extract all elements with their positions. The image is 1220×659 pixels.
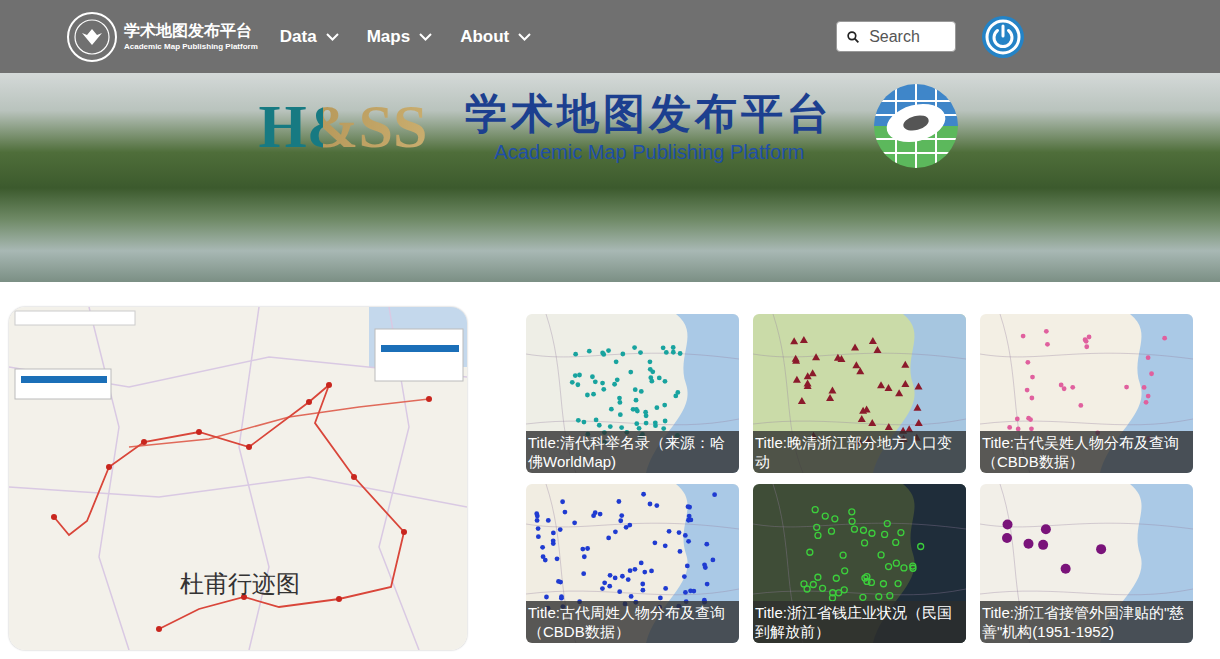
top-bar: 学术地图发布平台Academic Map Publishing Platform… bbox=[0, 0, 1220, 73]
map-card[interactable]: Title:古代吴姓人物分布及查询（CBDB数据） bbox=[980, 314, 1193, 473]
page: 学术地图发布平台Academic Map Publishing Platform… bbox=[0, 0, 1220, 659]
featured-map-card[interactable]: 杜甫行迹图 bbox=[9, 307, 467, 650]
chevron-down-icon bbox=[518, 33, 531, 41]
map-card[interactable]: Title:浙江省接管外国津贴的"慈善"机构(1951-1952) bbox=[980, 484, 1193, 643]
banner-logo: H&SS bbox=[259, 89, 428, 163]
university-emblem-icon bbox=[66, 11, 118, 63]
logo[interactable]: 学术地图发布平台Academic Map Publishing Platform bbox=[66, 11, 258, 63]
search-box[interactable] bbox=[836, 21, 956, 52]
banner-title: 学术地图发布平台 bbox=[465, 89, 833, 139]
nav-item[interactable]: About bbox=[460, 27, 531, 47]
map-card-title: Title:浙江省钱庄业状况（民国到解放前） bbox=[753, 601, 966, 643]
nav-item[interactable]: Data bbox=[280, 27, 339, 47]
map-card-title: Title:晚清浙江部分地方人口变动 bbox=[753, 431, 966, 473]
featured-map-caption: 杜甫行迹图 bbox=[180, 568, 300, 600]
map-card-title: Title:清代科举名录（来源：哈佛WorldMap) bbox=[526, 431, 739, 473]
map-card-title: Title:古代吴姓人物分布及查询（CBDB数据） bbox=[980, 431, 1193, 473]
main-nav: Data Maps About bbox=[280, 27, 531, 47]
magnifier-icon bbox=[847, 29, 859, 45]
banner: H&SS 学术地图发布平台Academic Map Publishing Plat… bbox=[0, 73, 1220, 282]
map-card-title: Title:古代周姓人物分布及查询（CBDB数据） bbox=[526, 601, 739, 643]
content: 杜甫行迹图 Title:清代科举名录（来源：哈佛WorldMap) Title:晚清… bbox=[0, 282, 1220, 650]
map-card[interactable]: Title:浙江省钱庄业状况（民国到解放前） bbox=[753, 484, 966, 643]
banner-content: H&SS 学术地图发布平台Academic Map Publishing Plat… bbox=[259, 73, 962, 282]
map-card-title: Title:浙江省接管外国津贴的"慈善"机构(1951-1952) bbox=[980, 601, 1193, 643]
chevron-down-icon bbox=[419, 33, 432, 41]
nav-label: Maps bbox=[367, 27, 410, 47]
map-card[interactable]: Title:晚清浙江部分地方人口变动 bbox=[753, 314, 966, 473]
power-button-icon[interactable] bbox=[981, 15, 1025, 59]
logo-subtitle: Academic Map Publishing Platform bbox=[124, 41, 258, 52]
logo-text: 学术地图发布平台Academic Map Publishing Platform bbox=[124, 21, 258, 52]
map-card[interactable]: Title:古代周姓人物分布及查询（CBDB数据） bbox=[526, 484, 739, 643]
route-map bbox=[9, 307, 467, 650]
map-card[interactable]: Title:清代科举名录（来源：哈佛WorldMap) bbox=[526, 314, 739, 473]
banner-subtitle: Academic Map Publishing Platform bbox=[494, 139, 804, 165]
nav-label: About bbox=[460, 27, 509, 47]
nav-item[interactable]: Maps bbox=[367, 27, 432, 47]
map-grid: Title:清代科举名录（来源：哈佛WorldMap) Title:晚清浙江部分地… bbox=[526, 314, 1193, 643]
logo-title: 学术地图发布平台 bbox=[124, 21, 258, 41]
nav-label: Data bbox=[280, 27, 317, 47]
search-input[interactable] bbox=[867, 27, 947, 47]
globe-logo-icon bbox=[871, 81, 961, 171]
chevron-down-icon bbox=[326, 33, 339, 41]
banner-titles: 学术地图发布平台Academic Map Publishing Platform bbox=[465, 81, 833, 165]
